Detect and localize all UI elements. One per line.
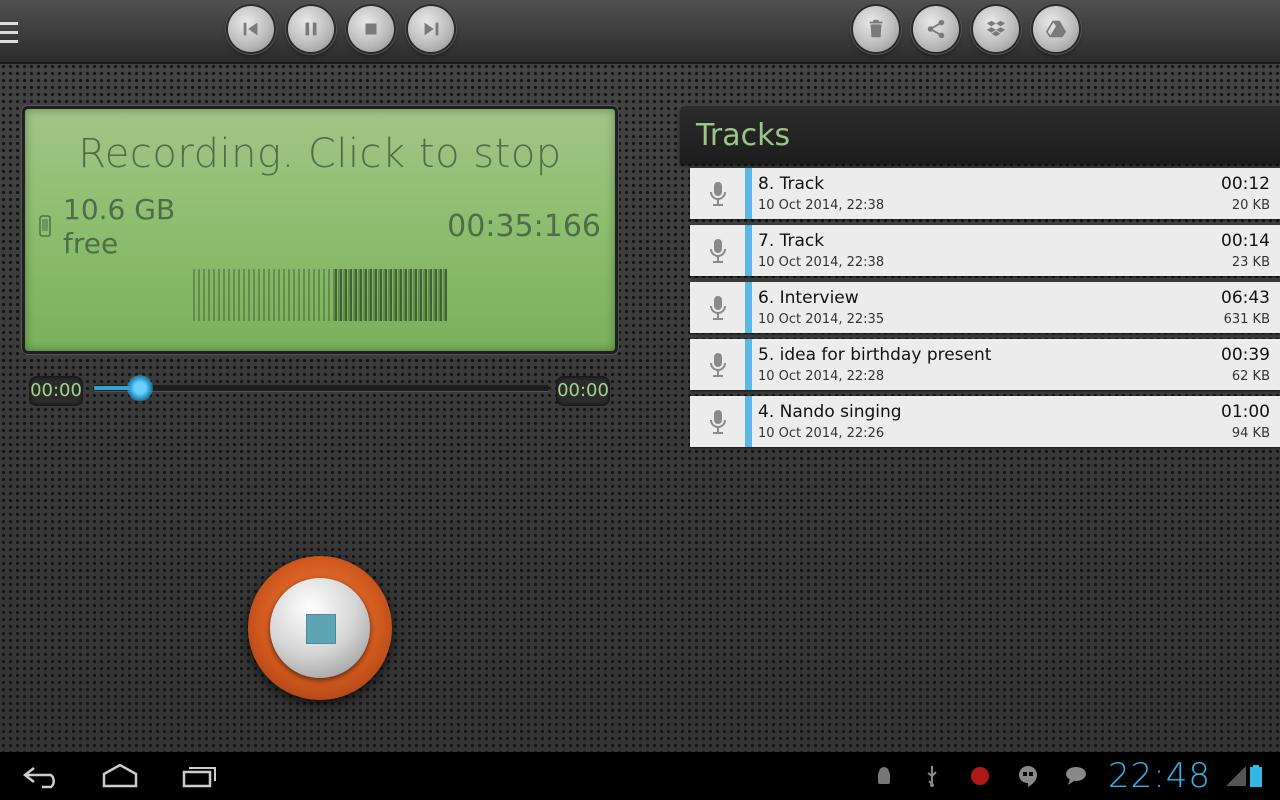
fast-forward-icon (424, 22, 439, 36)
hangouts-icon (1019, 766, 1037, 787)
track-marker (745, 396, 752, 447)
free-space-label: free (63, 227, 119, 260)
system-nav-bar: 22:48 (0, 752, 1280, 800)
back-icon[interactable] (20, 762, 80, 790)
stop-square-icon (306, 614, 336, 644)
track-marker (745, 225, 752, 276)
recording-status[interactable]: Recording. Click to stop (25, 131, 615, 177)
stop-recording-button[interactable] (248, 556, 392, 700)
signal-icon (1226, 766, 1246, 786)
track-marker (745, 339, 752, 390)
track-name: 8. Track (758, 174, 825, 194)
track-name: 4. Nando singing (758, 402, 902, 422)
seek-end-time: 00:00 (556, 376, 610, 406)
track-item[interactable]: 5. idea for birthday present 10 Oct 2014… (690, 339, 1280, 390)
microphone-icon (710, 182, 726, 206)
stop-icon (365, 23, 377, 35)
tracks-header: Tracks (680, 106, 1280, 164)
track-item[interactable]: 7. Track 10 Oct 2014, 22:38 00:14 23 KB (690, 225, 1280, 276)
track-date: 10 Oct 2014, 22:38 (758, 198, 885, 213)
battery-icon (1250, 765, 1262, 787)
chat-icon (1066, 767, 1086, 785)
tracks-title: Tracks (696, 118, 791, 153)
top-toolbar (0, 0, 1280, 64)
track-name: 7. Track (758, 231, 825, 251)
track-list: 8. Track 10 Oct 2014, 22:38 00:12 20 KB … (690, 168, 1280, 453)
status-clock: 22:48 (1108, 756, 1211, 796)
phone-storage-icon (39, 215, 51, 237)
stop-recording-knob (270, 578, 370, 678)
track-size: 631 KB (1223, 312, 1270, 327)
android-debug-icon (878, 767, 890, 784)
home-icon[interactable] (100, 762, 160, 790)
track-duration: 06:43 (1221, 288, 1270, 308)
track-item[interactable]: 4. Nando singing 10 Oct 2014, 22:26 01:0… (690, 396, 1280, 447)
recording-indicator-icon (971, 767, 989, 785)
menu-icon[interactable] (0, 16, 20, 48)
dropbox-icon (986, 20, 1006, 37)
google-drive-icon (1045, 20, 1067, 38)
seek-start-time: 00:00 (29, 376, 83, 406)
track-duration: 00:12 (1221, 174, 1270, 194)
free-space-value: 10.6 GB (63, 193, 176, 226)
track-duration: 00:14 (1221, 231, 1270, 251)
microphone-icon (710, 239, 726, 263)
pause-button[interactable] (288, 6, 334, 52)
track-size: 94 KB (1231, 426, 1270, 441)
track-size: 62 KB (1231, 369, 1270, 384)
trash-icon (869, 19, 883, 38)
track-date: 10 Oct 2014, 22:38 (758, 255, 885, 270)
google-drive-button[interactable] (1033, 6, 1079, 52)
dropbox-button[interactable] (973, 6, 1019, 52)
recent-apps-icon[interactable] (180, 762, 240, 790)
share-button[interactable] (913, 6, 959, 52)
track-duration: 00:39 (1221, 345, 1270, 365)
fast-forward-button[interactable] (408, 6, 454, 52)
level-meter-active (335, 269, 447, 321)
stop-button[interactable] (348, 6, 394, 52)
track-duration: 01:00 (1221, 402, 1270, 422)
track-item[interactable]: 6. Interview 10 Oct 2014, 22:35 06:43 63… (690, 282, 1280, 333)
track-size: 20 KB (1231, 198, 1270, 213)
microphone-icon (710, 296, 726, 320)
microphone-icon (710, 353, 726, 377)
free-space: 10.6 GB free (63, 193, 175, 261)
track-name: 6. Interview (758, 288, 859, 308)
track-size: 23 KB (1231, 255, 1270, 270)
track-marker (745, 282, 752, 333)
delete-button[interactable] (853, 6, 899, 52)
track-marker (745, 168, 752, 219)
track-item[interactable]: 8. Track 10 Oct 2014, 22:38 00:12 20 KB (690, 168, 1280, 219)
recording-display[interactable]: Recording. Click to stop 10.6 GB free 00… (22, 106, 618, 354)
share-icon (927, 19, 945, 39)
rewind-button[interactable] (228, 6, 274, 52)
level-meter (193, 269, 447, 321)
seek-bar[interactable] (94, 375, 550, 401)
microphone-icon (710, 410, 726, 434)
track-date: 10 Oct 2014, 22:26 (758, 426, 885, 441)
rewind-icon (243, 22, 258, 36)
usb-icon (927, 766, 937, 787)
elapsed-time: 00:35:166 (447, 209, 601, 244)
seek-thumb[interactable] (127, 375, 153, 401)
track-date: 10 Oct 2014, 22:28 (758, 369, 885, 384)
track-name: 5. idea for birthday present (758, 345, 992, 365)
track-date: 10 Oct 2014, 22:35 (758, 312, 885, 327)
pause-icon (305, 22, 317, 36)
